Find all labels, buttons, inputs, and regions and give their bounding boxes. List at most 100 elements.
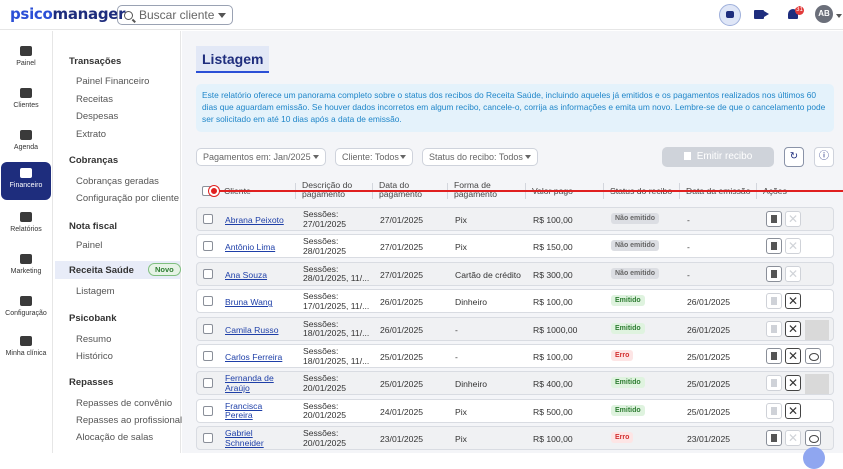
emit-receipt-icon[interactable] (766, 402, 782, 419)
row-checkbox[interactable] (203, 296, 213, 307)
emit-receipt-icon[interactable] (766, 238, 782, 255)
client-name-link[interactable]: Carlos Ferreira (225, 352, 282, 362)
info-button[interactable]: ⓘ (814, 147, 834, 167)
table-row: Bruna Wang Sessões: 17/01/2025, 11/... 26/0… (196, 289, 834, 314)
row-checkbox[interactable] (203, 433, 213, 444)
payment-method-cell: Cartão de crédito (455, 269, 521, 280)
cancel-receipt-icon[interactable]: ✕ (785, 402, 801, 419)
section-receita-saude[interactable]: Receita Saúde (69, 265, 134, 276)
avatar[interactable]: AB (815, 5, 833, 23)
rail-item-configuracao[interactable]: Configuração (1, 290, 51, 328)
amount-cell: R$ 300,00 (533, 269, 573, 280)
client-name-link[interactable]: Fernanda de Araújo (225, 374, 285, 393)
row-checkbox[interactable] (203, 351, 213, 361)
menu-historico[interactable]: Histórico (76, 351, 113, 362)
menu-receitas[interactable]: Receitas (76, 94, 113, 105)
cancel-receipt-icon[interactable]: ✕ (785, 238, 801, 255)
rail-item-painel[interactable]: Painel (1, 40, 51, 78)
payment-method-cell: - (455, 352, 458, 362)
cancel-receipt-icon[interactable]: ✕ (785, 293, 801, 310)
row-checkbox[interactable] (203, 405, 213, 416)
menu-cobrancas-geradas[interactable]: Cobranças geradas (76, 176, 159, 187)
logo[interactable]: psicomanager (10, 5, 126, 23)
speedometer-icon (20, 46, 32, 56)
menu-alocacao-salas[interactable]: Alocação de salas (76, 432, 153, 443)
help-chat-button[interactable] (803, 447, 825, 469)
view-eye-icon[interactable] (805, 430, 821, 447)
filter-client-dropdown[interactable]: Cliente: Todos (335, 148, 413, 166)
emit-receipt-icon[interactable] (766, 211, 782, 227)
placeholder-block (805, 319, 829, 340)
payment-method-cell: Pix (455, 215, 467, 225)
payment-date-cell: 27/01/2025 (380, 242, 424, 253)
rail-item-clientes[interactable]: Clientes (1, 82, 51, 120)
row-checkbox[interactable] (203, 241, 213, 252)
video-camera-icon[interactable] (754, 10, 764, 19)
cancel-receipt-icon[interactable]: ✕ (785, 348, 801, 364)
novo-badge: Novo (148, 263, 181, 276)
chevron-down-icon[interactable] (836, 14, 842, 18)
cancel-receipt-icon[interactable]: ✕ (785, 211, 801, 227)
filter-payments-dropdown[interactable]: Pagamentos em: Jan/2025 (196, 148, 326, 166)
menu-painel-financeiro[interactable]: Painel Financeiro (76, 76, 149, 87)
filter-status-dropdown[interactable]: Status do recibo: Todos (422, 148, 538, 166)
rail-item-marketing[interactable]: Marketing (1, 248, 51, 286)
row-checkbox[interactable] (203, 214, 213, 224)
status-badge: Emitido (611, 295, 645, 307)
chevron-down-icon (525, 155, 531, 159)
menu-configuracao-por-cliente[interactable]: Configuração por cliente (76, 193, 179, 204)
menu-resumo[interactable]: Resumo (76, 334, 111, 345)
page-title: Listagem (196, 46, 270, 73)
table-row: Ana Souza Sessões: 28/01/2025, 11/... 27/01… (196, 261, 834, 286)
refresh-button[interactable]: ↻ (784, 147, 804, 167)
assistant-robot-icon[interactable] (719, 4, 741, 26)
amount-cell: R$ 100,00 (533, 434, 573, 445)
payment-date-cell: 26/01/2025 (380, 297, 424, 308)
menu-extrato[interactable]: Extrato (76, 129, 106, 140)
client-name-link[interactable]: Ana Souza (225, 270, 267, 280)
menu-repasses-profissional[interactable]: Repasses ao profissional (76, 415, 182, 426)
view-eye-icon[interactable] (805, 348, 821, 364)
rail-item-minha-clinica[interactable]: Minha clínica (1, 330, 51, 368)
emit-receipt-icon[interactable] (766, 320, 782, 337)
emit-receipt-icon[interactable] (766, 375, 782, 392)
status-badge: Não emitido (611, 240, 660, 252)
cancel-receipt-icon[interactable]: ✕ (785, 320, 801, 337)
client-name-link[interactable]: Abrana Peixoto (225, 215, 284, 225)
document-icon (683, 152, 691, 160)
rail-item-agenda[interactable]: Agenda (1, 124, 51, 162)
cancel-receipt-icon[interactable]: ✕ (785, 375, 801, 392)
menu-repasses-convenio[interactable]: Repasses de convênio (76, 398, 172, 409)
client-name-link[interactable]: Bruna Wang (225, 297, 272, 307)
menu-nf-painel[interactable]: Painel (76, 240, 102, 251)
report-icon (20, 212, 32, 222)
rail-item-relatorios[interactable]: Relatórios (1, 206, 51, 244)
emit-receipt-icon[interactable] (766, 348, 782, 364)
search-client-dropdown[interactable]: Buscar cliente (117, 5, 233, 25)
cancel-receipt-icon[interactable]: ✕ (785, 430, 801, 447)
description-cell: Sessões: 20/01/2025 (303, 400, 347, 421)
top-bar: psicomanager Buscar cliente 31 AB (0, 0, 843, 30)
rail-item-financeiro[interactable]: Financeiro (1, 162, 51, 200)
emission-date-cell: 25/01/2025 (687, 352, 731, 362)
menu-listagem[interactable]: Listagem (76, 286, 115, 297)
table-row: Fernanda de Araújo Sessões: 20/01/2025 25/0… (196, 371, 834, 396)
menu-despesas[interactable]: Despesas (76, 111, 118, 122)
emit-receipt-icon[interactable] (766, 430, 782, 447)
client-name-link[interactable]: Camila Russo (225, 325, 279, 335)
client-name-link[interactable]: Gabriel Schneider (225, 428, 285, 448)
emit-receipt-button[interactable]: Emitir recibo (662, 147, 774, 167)
search-placeholder: Buscar cliente (139, 8, 215, 22)
chevron-down-icon (313, 155, 319, 159)
emit-receipt-icon[interactable] (766, 265, 782, 282)
table-row: Gabriel Schneider Sessões: 20/01/2025 23/01… (196, 426, 834, 451)
row-checkbox[interactable] (203, 378, 213, 389)
client-name-link[interactable]: Antônio Lima (225, 242, 275, 252)
cancel-receipt-icon[interactable]: ✕ (785, 265, 801, 282)
client-name-link[interactable]: Francisca Pereira (225, 401, 285, 421)
row-checkbox[interactable] (203, 323, 213, 334)
emit-receipt-icon[interactable] (766, 293, 782, 310)
description-cell: Sessões: 18/01/2025, 11/... (303, 346, 370, 366)
row-checkbox[interactable] (203, 268, 213, 279)
payment-date-cell: 25/01/2025 (380, 379, 424, 390)
